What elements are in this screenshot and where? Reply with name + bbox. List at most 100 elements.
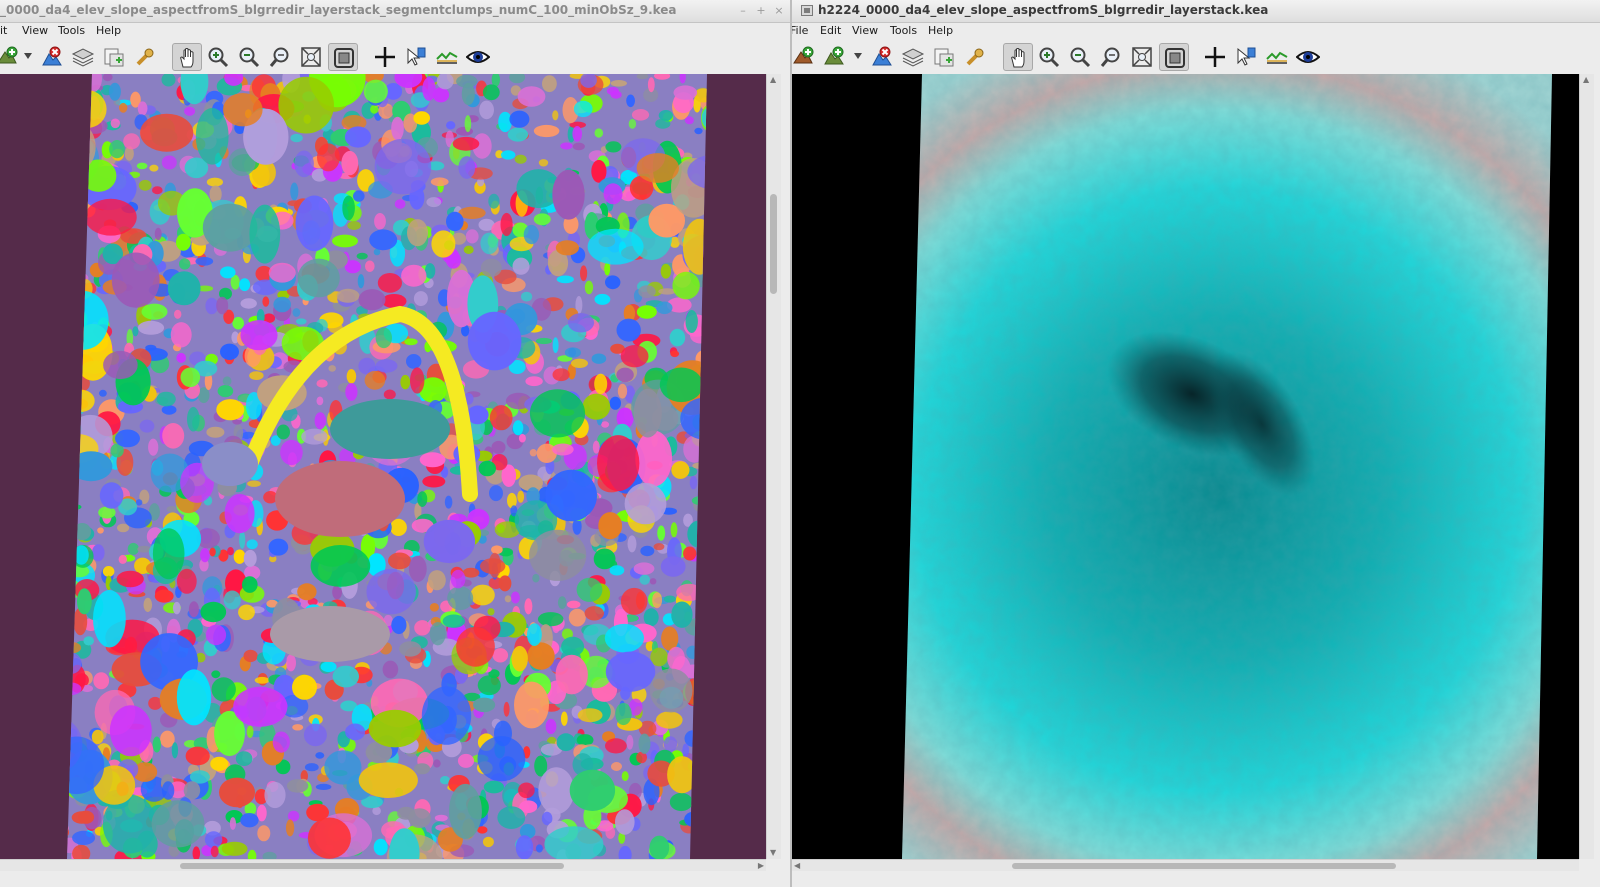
right-zoom-native-button[interactable]: [1096, 43, 1126, 71]
right-add-layer-button[interactable]: [792, 43, 818, 71]
follow-extent-icon: [334, 48, 354, 68]
right-add-layer-dropdown[interactable]: [852, 43, 864, 71]
left-remove-layer-button[interactable]: [37, 43, 67, 71]
left-map-canvas[interactable]: [0, 74, 766, 859]
remove-layer-icon: [42, 46, 62, 66]
left-menu-tools[interactable]: Tools: [58, 24, 85, 37]
left-flicker-button[interactable]: [463, 43, 493, 71]
zoom-native-icon: [269, 47, 289, 67]
left-maximize-button[interactable]: +: [752, 2, 770, 20]
left-title-bar[interactable]: _0000_da4_elev_slope_aspectfromS_blgrred…: [0, 0, 790, 23]
right-scroll-up-arrow[interactable]: ▲: [1583, 75, 1589, 85]
left-toolbar: [0, 40, 790, 74]
flicker-icon: [466, 51, 490, 63]
left-status-bar: [0, 871, 790, 887]
right-scroll-left-arrow[interactable]: ◀: [794, 861, 800, 871]
right-crosshair-button[interactable]: [1200, 43, 1230, 71]
zoom-native-icon: [1100, 47, 1120, 67]
segmentation-image: [67, 74, 707, 859]
pan-icon: [180, 48, 194, 68]
left-vertical-scrollbar[interactable]: ▲ ▼: [766, 74, 781, 859]
right-map-canvas[interactable]: [792, 74, 1579, 859]
new-window-icon: [934, 48, 954, 67]
left-horizontal-scroll-thumb[interactable]: [180, 863, 564, 869]
right-follow-extent-button[interactable]: [1159, 43, 1189, 71]
left-zoom-native-button[interactable]: [265, 43, 295, 71]
right-menu-file[interactable]: File: [792, 24, 808, 37]
pan-icon: [1011, 48, 1025, 68]
left-zoom-full-extent-button[interactable]: [296, 43, 326, 71]
app-window-icon: [801, 5, 813, 16]
right-zoom-full-extent-button[interactable]: [1127, 43, 1157, 71]
flicker-icon: [1296, 51, 1320, 63]
zoom-out-icon: [1070, 47, 1091, 68]
right-menu-view[interactable]: View: [852, 24, 878, 37]
zoom-full-extent-icon: [1132, 47, 1152, 67]
remove-layer-icon: [872, 46, 892, 66]
left-menu-view[interactable]: View: [22, 24, 48, 37]
new-window-icon: [104, 48, 124, 67]
query-icon: [136, 48, 154, 66]
query-point-icon: [407, 47, 426, 66]
right-flicker-button[interactable]: [1293, 43, 1323, 71]
left-crosshair-button[interactable]: [370, 43, 400, 71]
left-window-title: _0000_da4_elev_slope_aspectfromS_blgrred…: [0, 3, 677, 17]
right-pan-button[interactable]: [1003, 43, 1033, 71]
left-add-layer-button[interactable]: [0, 43, 22, 71]
right-title-bar[interactable]: h2224_0000_da4_elev_slope_aspectfromS_bl…: [792, 0, 1600, 23]
right-menu-tools[interactable]: Tools: [890, 24, 917, 37]
dropdown-arrow-icon: [24, 53, 32, 59]
zoom-in-icon: [1039, 47, 1060, 68]
right-toolbar: [792, 40, 1600, 74]
false-color-image: [902, 74, 1552, 859]
left-query-button[interactable]: [130, 43, 160, 71]
left-menu-help[interactable]: Help: [96, 24, 121, 37]
right-window-title: h2224_0000_da4_elev_slope_aspectfromS_bl…: [818, 3, 1269, 17]
right-query-point-button[interactable]: [1231, 43, 1261, 71]
right-zoom-out-button[interactable]: [1065, 43, 1095, 71]
left-new-window-button[interactable]: [99, 43, 129, 71]
left-close-button[interactable]: ×: [770, 2, 788, 20]
left-minimize-button[interactable]: –: [734, 2, 752, 20]
layers-icon: [71, 48, 95, 67]
left-query-point-button[interactable]: [401, 43, 431, 71]
right-viewer-window: h2224_0000_da4_elev_slope_aspectfromS_bl…: [792, 0, 1600, 887]
right-vertical-scrollbar[interactable]: ▲: [1579, 74, 1594, 859]
add-layer-icon: [0, 46, 18, 64]
left-zoom-out-button[interactable]: [234, 43, 264, 71]
left-scroll-up-arrow[interactable]: ▲: [770, 75, 776, 85]
profile-icon: [436, 51, 458, 64]
left-menu-edit[interactable]: it: [0, 24, 7, 37]
right-menu-help[interactable]: Help: [928, 24, 953, 37]
query-icon: [966, 48, 984, 66]
left-add-layer-dropdown[interactable]: [22, 43, 34, 71]
left-layers-button[interactable]: [68, 43, 98, 71]
zoom-in-icon: [208, 47, 229, 68]
crosshair-icon: [1205, 47, 1225, 67]
right-query-button[interactable]: [960, 43, 990, 71]
right-horizontal-scroll-thumb[interactable]: [1012, 863, 1396, 869]
left-scroll-right-arrow[interactable]: ▶: [758, 861, 764, 871]
left-zoom-in-button[interactable]: [203, 43, 233, 71]
left-viewer-window: _0000_da4_elev_slope_aspectfromS_blgrred…: [0, 0, 790, 887]
add-layer-icon: [793, 46, 814, 64]
left-follow-extent-button[interactable]: [328, 43, 358, 71]
right-menu-bar: File Edit View Tools Help: [792, 22, 1600, 40]
crosshair-icon: [375, 47, 395, 67]
right-add-vector-button[interactable]: [819, 43, 849, 71]
follow-extent-icon: [1165, 48, 1185, 68]
add-vector-icon: [824, 46, 844, 65]
right-layers-button[interactable]: [898, 43, 928, 71]
right-profile-button[interactable]: [1262, 43, 1292, 71]
dropdown-arrow-icon: [854, 53, 862, 59]
left-vertical-scroll-thumb[interactable]: [770, 194, 777, 294]
left-pan-button[interactable]: [172, 43, 202, 71]
zoom-full-extent-icon: [301, 47, 321, 67]
right-zoom-in-button[interactable]: [1034, 43, 1064, 71]
left-profile-button[interactable]: [432, 43, 462, 71]
right-new-window-button[interactable]: [929, 43, 959, 71]
profile-icon: [1266, 51, 1288, 64]
right-menu-edit[interactable]: Edit: [820, 24, 841, 37]
right-remove-layer-button[interactable]: [867, 43, 897, 71]
left-scroll-down-arrow[interactable]: ▼: [770, 848, 776, 858]
